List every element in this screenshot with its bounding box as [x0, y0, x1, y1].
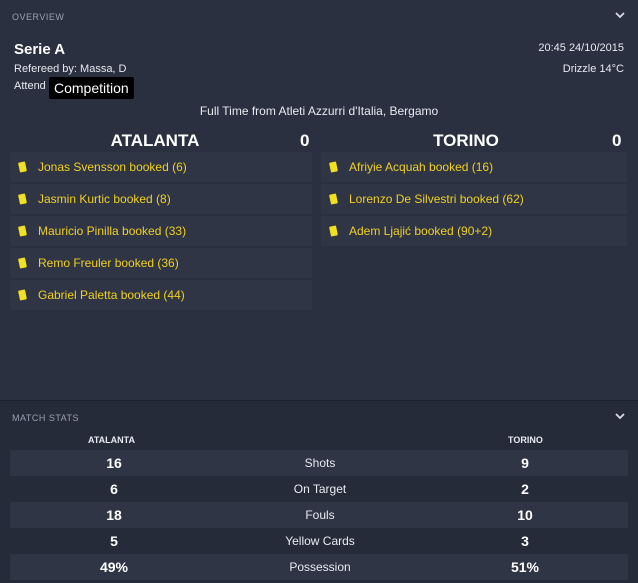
match-weather: Drizzle 14°C [562, 63, 624, 75]
stat-row: 18 Fouls 10 [10, 502, 628, 528]
stat-label: Shots [304, 456, 336, 470]
away-team-name[interactable]: TORINO [318, 131, 614, 151]
stat-row: 16 Shots 9 [10, 450, 628, 476]
event-text: Jonas Svensson booked (6) [38, 160, 187, 174]
away-team-score: 0 [612, 131, 622, 150]
home-event-item[interactable]: Jonas Svensson booked (6) [10, 152, 312, 182]
away-event-item[interactable]: Adem Ljajić booked (90+2) [321, 216, 627, 246]
stat-label: Fouls [305, 508, 335, 522]
event-text: Afriyie Acquah booked (16) [349, 160, 494, 174]
home-event-item[interactable]: Mauricio Pinilla booked (33) [10, 216, 312, 246]
home-event-item[interactable]: Jasmin Kurtic booked (8) [10, 184, 312, 214]
yellow-card-icon [329, 225, 338, 237]
yellow-card-icon [18, 225, 27, 237]
stat-row: 6 On Target 2 [10, 476, 628, 502]
stat-away-value: 3 [521, 533, 529, 549]
away-event-item[interactable]: Lorenzo De Silvestri booked (62) [321, 184, 627, 214]
match-stats-section-title: MATCH STATS [12, 413, 79, 423]
yellow-card-icon [18, 257, 27, 269]
yellow-card-icon [18, 193, 27, 205]
event-text: Remo Freuler booked (36) [38, 256, 179, 270]
home-team-score: 0 [300, 131, 310, 150]
stat-home-value: 6 [110, 481, 118, 497]
chevron-down-icon[interactable] [613, 8, 627, 22]
match-venue: Full Time from Atleti Azzurri d'Italia, … [199, 104, 439, 118]
away-events-list: Afriyie Acquah booked (16) Lorenzo De Si… [321, 152, 627, 248]
stat-home-value: 18 [106, 507, 122, 523]
stat-away-value: 10 [517, 507, 533, 523]
yellow-card-icon [329, 193, 338, 205]
match-stats-panel: MATCH STATS ATALANTA TORINO 16 Shots 9 6 On… [0, 401, 638, 583]
home-team-name[interactable]: ATALANTA [0, 131, 310, 151]
match-datetime: 20:45 24/10/2015 [538, 42, 624, 54]
stat-home-value: 16 [106, 455, 122, 471]
yellow-card-icon [329, 161, 338, 173]
event-text: Jasmin Kurtic booked (8) [38, 192, 171, 206]
away-event-item[interactable]: Afriyie Acquah booked (16) [321, 152, 627, 182]
stat-label: On Target [293, 482, 347, 496]
stats-away-team-label: TORINO [508, 435, 543, 445]
attendance-text: Attend [14, 80, 46, 92]
stat-away-value: 51% [510, 559, 540, 575]
home-event-item[interactable]: Gabriel Paletta booked (44) [10, 280, 312, 310]
stats-home-team-label: ATALANTA [88, 435, 135, 445]
stats-table: 16 Shots 9 6 On Target 2 18 Fouls 10 5 Yellow C… [10, 450, 628, 580]
yellow-card-icon [18, 161, 27, 173]
chevron-down-icon[interactable] [613, 409, 627, 423]
event-text: Mauricio Pinilla booked (33) [38, 224, 187, 238]
home-events-list: Jonas Svensson booked (6) Jasmin Kurtic … [10, 152, 312, 312]
stat-row: 5 Yellow Cards 3 [10, 528, 628, 554]
event-text: Gabriel Paletta booked (44) [38, 288, 185, 302]
event-text: Adem Ljajić booked (90+2) [349, 224, 493, 238]
stat-away-value: 2 [521, 481, 529, 497]
stat-label: Yellow Cards [285, 534, 355, 548]
stat-label: Possession [289, 560, 351, 574]
overview-panel: OVERVIEW Serie A Refereed by: Massa, D A… [0, 0, 638, 401]
stat-away-value: 9 [521, 455, 529, 471]
competition-tooltip: Competition [49, 77, 134, 99]
overview-section-title: OVERVIEW [12, 12, 65, 22]
competition-name[interactable]: Serie A [14, 41, 65, 58]
home-event-item[interactable]: Remo Freuler booked (36) [10, 248, 312, 278]
stat-home-value: 49% [99, 559, 129, 575]
event-text: Lorenzo De Silvestri booked (62) [349, 192, 524, 206]
yellow-card-icon [18, 289, 27, 301]
stat-home-value: 5 [110, 533, 118, 549]
referee-text: Refereed by: Massa, D [14, 63, 127, 75]
stat-row: 49% Possession 51% [10, 554, 628, 580]
